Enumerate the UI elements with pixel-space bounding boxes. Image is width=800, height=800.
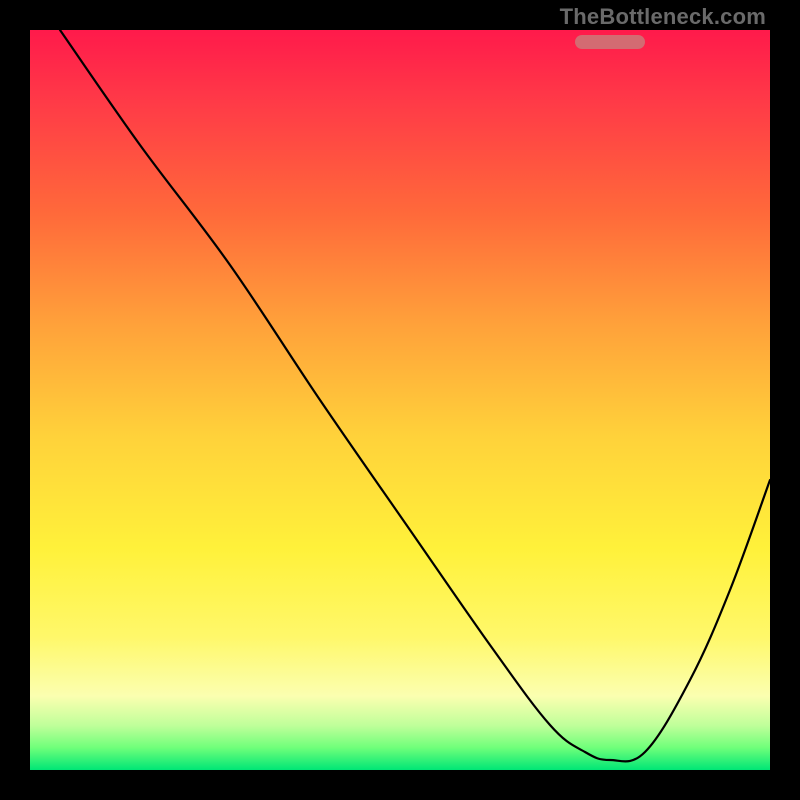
watermark-text: TheBottleneck.com	[560, 4, 766, 30]
chart-gradient-background	[30, 30, 770, 770]
chart-frame	[30, 30, 770, 770]
optimal-marker	[575, 35, 645, 49]
